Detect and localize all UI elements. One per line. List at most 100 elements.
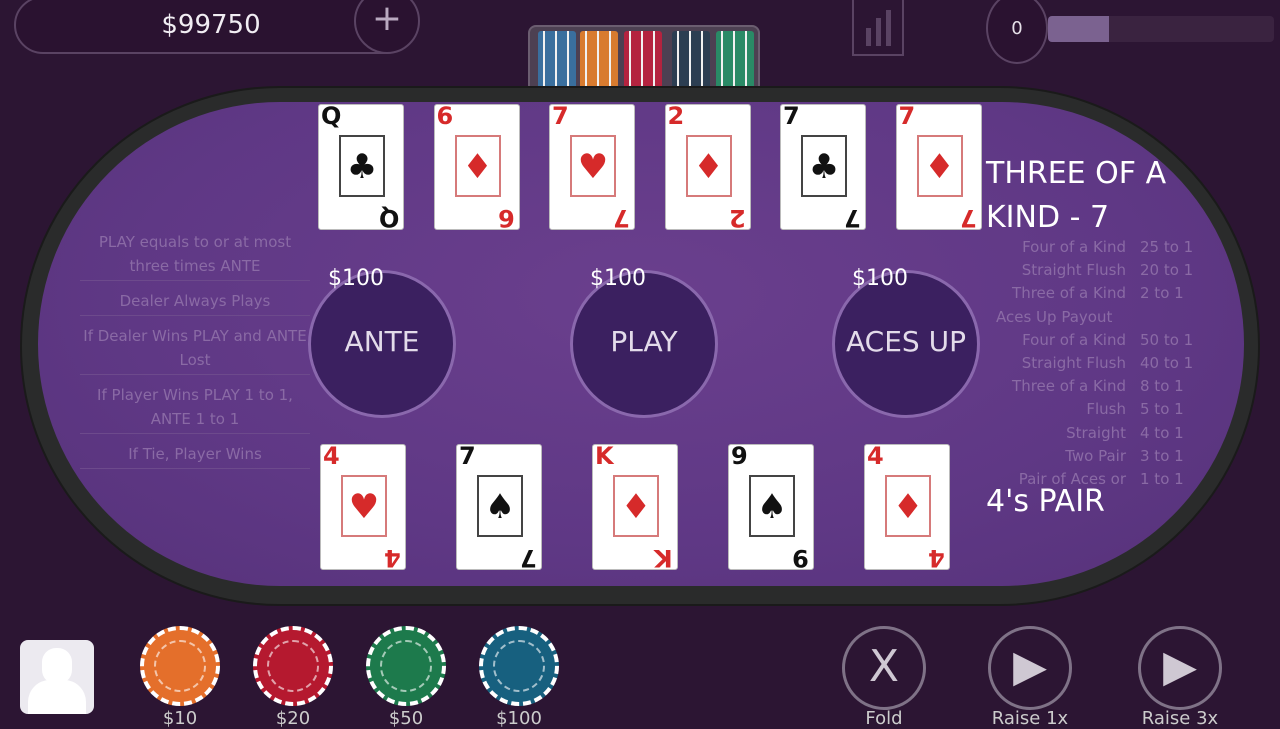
payout-hand: Straight Flush — [1021, 354, 1126, 373]
avatar-head — [42, 648, 72, 684]
card-suit-icon: ♣ — [808, 147, 840, 187]
playing-card: 2 ♦ 2 — [664, 102, 751, 232]
card-face: ♣ — [801, 135, 847, 197]
playing-card: 7 ♦ 7 — [895, 102, 982, 232]
card-rank-inverted: 2 — [728, 204, 746, 232]
control-label: Raise 1x — [991, 708, 1069, 729]
control-label: Raise 3x — [1141, 708, 1219, 729]
playing-card: Q ♣ Q — [318, 102, 404, 232]
card-rank-inverted: 7 — [844, 204, 861, 232]
payout-row: Three of a Kind 8 to 1 — [990, 375, 1200, 398]
play-icon: ▶ — [1013, 641, 1047, 692]
card-face: ♥ — [570, 135, 616, 197]
card-face: ♣ — [339, 135, 385, 197]
card-suit-icon: ♠ — [484, 487, 516, 527]
card-rank-inverted: K — [654, 544, 673, 572]
card-suit-icon: ♣ — [346, 147, 378, 187]
card-rank: 4 — [323, 442, 340, 470]
card-face: ♦ — [916, 135, 963, 197]
card-rank-inverted: 6 — [497, 204, 515, 232]
card-suit-icon: ♠ — [756, 487, 788, 527]
bet-spot-label: ANTE — [344, 325, 420, 358]
raise-3x-button[interactable]: ▶ — [1138, 626, 1222, 710]
bet-amount: $100 — [852, 266, 908, 291]
payout-odds: 2 to 1 — [1140, 284, 1184, 303]
card-face: ♦ — [885, 475, 931, 537]
payout-odds: 3 to 1 — [1140, 446, 1184, 465]
payout-row: Straight 4 to 1 — [990, 422, 1200, 445]
dealer-hand-label: THREE OF A KIND - 7 — [986, 156, 1167, 235]
card-rank-inverted: 7 — [613, 204, 630, 232]
payout-hand: Straight Flush — [1021, 261, 1126, 280]
bet-spot-aces-up[interactable]: ACES UP — [832, 270, 980, 418]
stats-icon[interactable] — [852, 0, 904, 56]
close-icon: X — [868, 641, 900, 692]
card-rank: 7 — [898, 102, 916, 130]
payout-odds: 5 to 1 — [1140, 400, 1184, 419]
payout-odds: 4 to 1 — [1140, 423, 1184, 442]
card-rank: 7 — [552, 102, 569, 130]
payout-row: Straight Flush 40 to 1 — [990, 352, 1200, 375]
payout-hand: Straight — [1066, 423, 1126, 442]
chip-value-label: $10 — [162, 708, 198, 729]
bet-spot-label: PLAY — [610, 325, 678, 358]
level-badge: 0 — [986, 0, 1048, 64]
payout-odds: 1 to 1 — [1140, 470, 1184, 489]
card-rank: Q — [321, 102, 342, 130]
bet-spot-label: ACES UP — [846, 325, 966, 358]
chip-10[interactable] — [140, 626, 220, 706]
level-value: 0 — [1011, 18, 1023, 39]
card-rank: 7 — [459, 442, 476, 470]
raise-1x-button[interactable]: ▶ — [988, 626, 1072, 710]
payout-hand: Two Pair — [1065, 446, 1126, 465]
avatar[interactable] — [20, 640, 94, 714]
card-suit-icon: ♦ — [693, 147, 724, 187]
chip-100[interactable] — [479, 626, 559, 706]
card-rank-inverted: 4 — [384, 544, 401, 572]
bet-amount: $100 — [328, 266, 384, 291]
card-suit-icon: ♦ — [462, 147, 493, 187]
rule-text: If Tie, Player Wins — [80, 442, 310, 469]
chip-inner-ring — [154, 640, 206, 692]
card-suit-icon: ♥ — [577, 147, 609, 187]
chip-inner-ring — [267, 640, 319, 692]
card-rank-inverted: 7 — [959, 204, 977, 232]
chip-value-label: $100 — [496, 708, 542, 729]
plus-icon: + — [371, 0, 403, 39]
payout-header: Aces Up Payout — [996, 307, 1113, 326]
card-rank-inverted: 4 — [928, 544, 945, 572]
level-progress-fill — [1048, 16, 1110, 42]
avatar-body — [28, 680, 86, 714]
card-face: ♠ — [477, 475, 523, 537]
payout-hand: Flush — [1086, 400, 1126, 419]
card-suit-icon: ♥ — [348, 487, 380, 527]
card-rank: 4 — [867, 442, 884, 470]
rules-panel: PLAY equals to or at most three times AN… — [80, 230, 310, 477]
bet-amount: $100 — [590, 266, 646, 291]
playing-card: 9 ♠ 9 — [728, 442, 814, 572]
payout-row: Two Pair 3 to 1 — [990, 445, 1200, 468]
balance-amount: $99750 — [161, 10, 261, 40]
payout-row: Three of a Kind 2 to 1 — [990, 282, 1200, 305]
rule-text: Dealer Always Plays — [80, 289, 310, 316]
card-face: ♦ — [613, 475, 659, 537]
control-label: Fold — [865, 708, 903, 729]
chip-value-label: $20 — [275, 708, 311, 729]
fold-button[interactable]: X — [842, 626, 926, 710]
card-face: ♦ — [454, 135, 501, 197]
payout-odds: 20 to 1 — [1140, 261, 1194, 280]
bet-spot-ante[interactable]: ANTE — [308, 270, 456, 418]
rule-text: If Player Wins PLAY 1 to 1, ANTE 1 to 1 — [80, 383, 310, 434]
player-hand-label: 4's PAIR — [986, 484, 1105, 519]
card-rank: 7 — [783, 102, 800, 130]
chip-20[interactable] — [253, 626, 333, 706]
chip-50[interactable] — [366, 626, 446, 706]
chip-value-label: $50 — [388, 708, 424, 729]
payout-hand: Three of a Kind — [1012, 377, 1126, 396]
playing-card: K ♦ K — [592, 442, 678, 572]
bet-spot-play[interactable]: PLAY — [570, 270, 718, 418]
playing-card: 7 ♠ 7 — [456, 442, 542, 572]
card-rank-inverted: 9 — [792, 544, 809, 572]
rule-text: If Dealer Wins PLAY and ANTE Lost — [80, 324, 310, 375]
payout-row: Flush 5 to 1 — [990, 398, 1200, 421]
